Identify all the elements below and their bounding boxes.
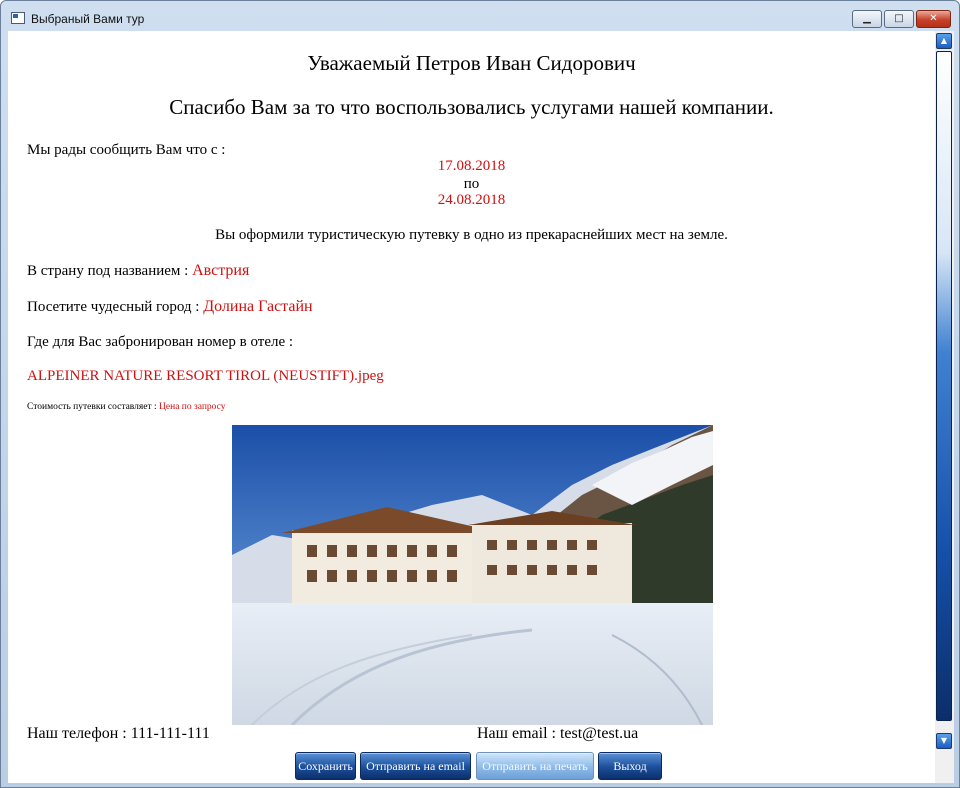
country-label: В страну под названием : — [27, 263, 189, 279]
window-app-icon — [11, 12, 25, 24]
price-row: Стоимость путевки составляет : Цена по з… — [27, 402, 226, 412]
print-button[interactable]: Отправить на печать — [476, 752, 594, 780]
phone-text: Наш телефон : 111-111-111 — [27, 725, 210, 742]
booked-text: Вы оформили туристическую путевку в одно… — [215, 227, 728, 243]
city-row: Посетите чудесный город : Долина Гастайн — [27, 298, 313, 316]
exit-button[interactable]: Выход — [598, 752, 662, 780]
window-title: Выбраный Вами тур — [31, 12, 145, 26]
city-label: Посетите чудесный город : — [27, 299, 200, 315]
greeting-heading: Уважаемый Петров Иван Сидорович — [307, 51, 636, 75]
scroll-up-arrow-icon[interactable]: ▲ — [936, 33, 952, 49]
hotel-label: Где для Вас забронирован номер в отеле : — [27, 334, 294, 350]
hotel-value: ALPEINER NATURE RESORT TIROL (NEUSTIFT).… — [27, 368, 384, 384]
title-bar[interactable]: Выбраный Вами тур ▁ □ ✕ — [1, 1, 959, 31]
price-label: Стоимость путевки составляет : — [27, 402, 157, 412]
scroll-thumb[interactable] — [936, 51, 952, 721]
country-value: Австрия — [192, 262, 250, 279]
date-from: 17.08.2018 — [437, 158, 506, 174]
vertical-scrollbar[interactable]: ▲ ▼ — [935, 31, 954, 783]
app-window: Выбраный Вами тур ▁ □ ✕ Уважаемый Петров… — [0, 0, 960, 788]
country-row: В страну под названием : Австрия — [27, 262, 249, 280]
thanks-heading: Спасибо Вам за то что воспользовались ус… — [169, 95, 774, 119]
city-value: Долина Гастайн — [203, 298, 313, 315]
maximize-button[interactable]: □ — [884, 10, 914, 28]
minimize-button[interactable]: ▁ — [852, 10, 882, 28]
scroll-down-arrow-icon[interactable]: ▼ — [936, 733, 952, 749]
save-button[interactable]: Сохранить — [295, 752, 356, 780]
letter-content: Уважаемый Петров Иван Сидорович Спасибо … — [8, 31, 935, 783]
date-to: 24.08.2018 — [437, 192, 506, 208]
date-separator: по — [463, 176, 480, 192]
hotel-photo — [232, 425, 713, 725]
intro-text: Мы рады сообщить Вам что с : — [27, 142, 226, 158]
client-area: Уважаемый Петров Иван Сидорович Спасибо … — [8, 31, 954, 783]
send-email-button[interactable]: Отправить на email — [360, 752, 471, 780]
price-value: Цена по запросу — [159, 402, 226, 412]
close-button[interactable]: ✕ — [916, 10, 951, 28]
email-text: Наш email : test@test.ua — [477, 725, 639, 742]
